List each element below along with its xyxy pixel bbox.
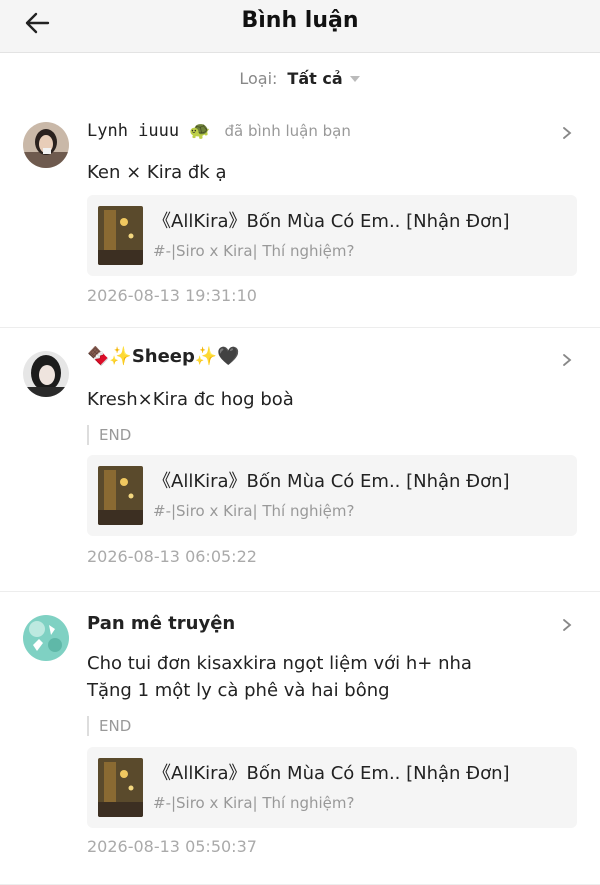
chapter-title: #-|Siro x Kira| Thí nghiệm? — [153, 242, 355, 260]
comment-text: Cho tui đơn kisaxkira ngọt liệm với h+ n… — [87, 650, 576, 704]
comment-item[interactable]: Lynh iuuu 🐢 đã bình luận bạn Ken × Kira … — [0, 103, 600, 328]
comment-line: Tặng 1 một ly cà phê và hai bông — [87, 680, 390, 701]
story-title: 《AllKira》Bốn Mùa Có Em.. [Nhận Đơn] — [153, 211, 510, 232]
timestamp: 2026-08-13 06:05:22 — [87, 547, 257, 566]
avatar[interactable] — [23, 351, 69, 397]
avatar[interactable] — [23, 122, 69, 168]
story-title: 《AllKira》Bốn Mùa Có Em.. [Nhận Đơn] — [153, 763, 510, 784]
comment-line: Cho tui đơn kisaxkira ngọt liệm với h+ n… — [87, 653, 472, 674]
timestamp: 2026-08-13 19:31:10 — [87, 286, 257, 305]
comment-item[interactable]: 🍫✨Sheep✨🖤 Kresh×Kira đc hog boà END 《All… — [0, 328, 600, 592]
top-bar: Bình luận — [0, 0, 600, 53]
avatar[interactable] — [23, 615, 69, 661]
story-thumbnail — [98, 206, 143, 265]
comment-header: Pan mê truyện — [87, 613, 235, 634]
user-name[interactable]: Lynh iuuu 🐢 — [87, 121, 211, 141]
page-title: Bình luận — [241, 8, 359, 33]
story-thumbnail — [98, 466, 143, 525]
user-name[interactable]: Pan mê truyện — [87, 613, 235, 634]
user-name[interactable]: 🍫✨Sheep✨🖤 — [87, 346, 240, 367]
comment-header: Lynh iuuu 🐢 đã bình luận bạn — [87, 121, 351, 141]
story-card[interactable]: 《AllKira》Bốn Mùa Có Em.. [Nhận Đơn] #-|S… — [87, 747, 577, 828]
story-thumbnail — [98, 758, 143, 817]
caret-down-icon[interactable] — [349, 69, 361, 88]
type-filter[interactable]: Loại: Tất cả — [0, 53, 600, 103]
chapter-title: #-|Siro x Kira| Thí nghiệm? — [153, 502, 355, 520]
timestamp: 2026-08-13 05:50:37 — [87, 837, 257, 856]
story-title: 《AllKira》Bốn Mùa Có Em.. [Nhận Đơn] — [153, 471, 510, 492]
comment-header: 🍫✨Sheep✨🖤 — [87, 346, 240, 367]
comment-action: đã bình luận bạn — [224, 122, 351, 140]
filter-value[interactable]: Tất cả — [287, 69, 342, 88]
chapter-title: #-|Siro x Kira| Thí nghiệm? — [153, 794, 355, 812]
story-card[interactable]: 《AllKira》Bốn Mùa Có Em.. [Nhận Đơn] #-|S… — [87, 455, 577, 536]
chevron-right-icon[interactable] — [560, 126, 574, 140]
filter-label: Loại: — [239, 68, 278, 88]
end-marker: END — [87, 716, 131, 736]
chevron-right-icon[interactable] — [560, 618, 574, 632]
comment-text: Ken × Kira đk ạ — [87, 162, 227, 183]
comment-text: Kresh×Kira đc hog boà — [87, 389, 294, 410]
end-marker: END — [87, 425, 131, 445]
chevron-right-icon[interactable] — [560, 353, 574, 367]
comment-item[interactable]: Pan mê truyện Cho tui đơn kisaxkira ngọt… — [0, 592, 600, 885]
story-card[interactable]: 《AllKira》Bốn Mùa Có Em.. [Nhận Đơn] #-|S… — [87, 195, 577, 276]
